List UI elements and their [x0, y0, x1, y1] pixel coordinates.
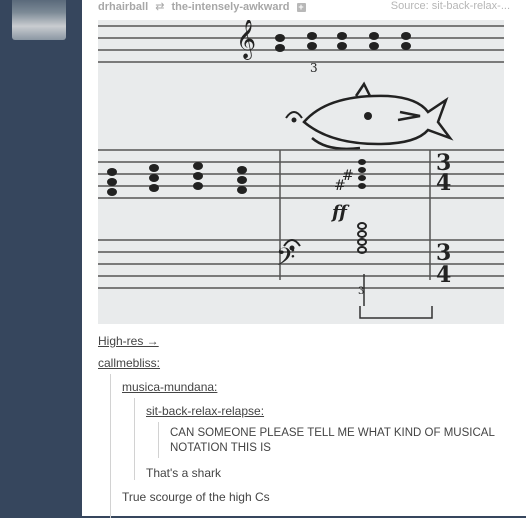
source-link[interactable]: Source: sit-back-relax-... — [391, 0, 510, 12]
reblog-icon: ⇄ — [155, 1, 165, 13]
post-photo[interactable]: 𝄞 3 # # ff 3 4 𝄢 3 4 3 — [98, 20, 504, 324]
high-res-link[interactable]: High-res → — [98, 334, 159, 348]
reblogged-from-link[interactable]: the-intensely-awkward — [171, 1, 289, 13]
post: drhairball ⇄ the-intensely-awkward + Sou… — [82, 0, 526, 518]
svg-text:𝄞: 𝄞 — [236, 20, 256, 60]
poster-link[interactable]: drhairball — [98, 1, 148, 13]
quote-border-1 — [110, 374, 111, 518]
user-link-callmebliss[interactable]: callmebliss: — [98, 356, 160, 370]
reply-scourge: True scourge of the high Cs — [122, 490, 270, 504]
svg-text:3: 3 — [358, 286, 364, 297]
post-header: drhairball ⇄ the-intensely-awkward + Sou… — [98, 0, 510, 16]
user-link-sit-back-relax-relapse[interactable]: sit-back-relax-relapse: — [146, 404, 264, 418]
reply-shark: That's a shark — [146, 466, 221, 480]
follow-icon[interactable]: + — [296, 2, 306, 12]
svg-text:4: 4 — [436, 262, 451, 288]
sheet-music-image: 𝄞 3 # # ff 3 4 𝄢 3 4 3 — [98, 20, 504, 324]
quote-border-3 — [158, 422, 159, 458]
svg-text:3: 3 — [310, 61, 318, 75]
avatar[interactable] — [12, 0, 66, 40]
user-link-musica-mundana[interactable]: musica-mundana: — [122, 380, 217, 394]
svg-text:4: 4 — [436, 170, 451, 196]
quote-border-2 — [134, 398, 135, 480]
svg-text:#: # — [342, 168, 354, 184]
original-quote: CAN SOMEONE PLEASE TELL ME WHAT KIND OF … — [170, 427, 495, 454]
